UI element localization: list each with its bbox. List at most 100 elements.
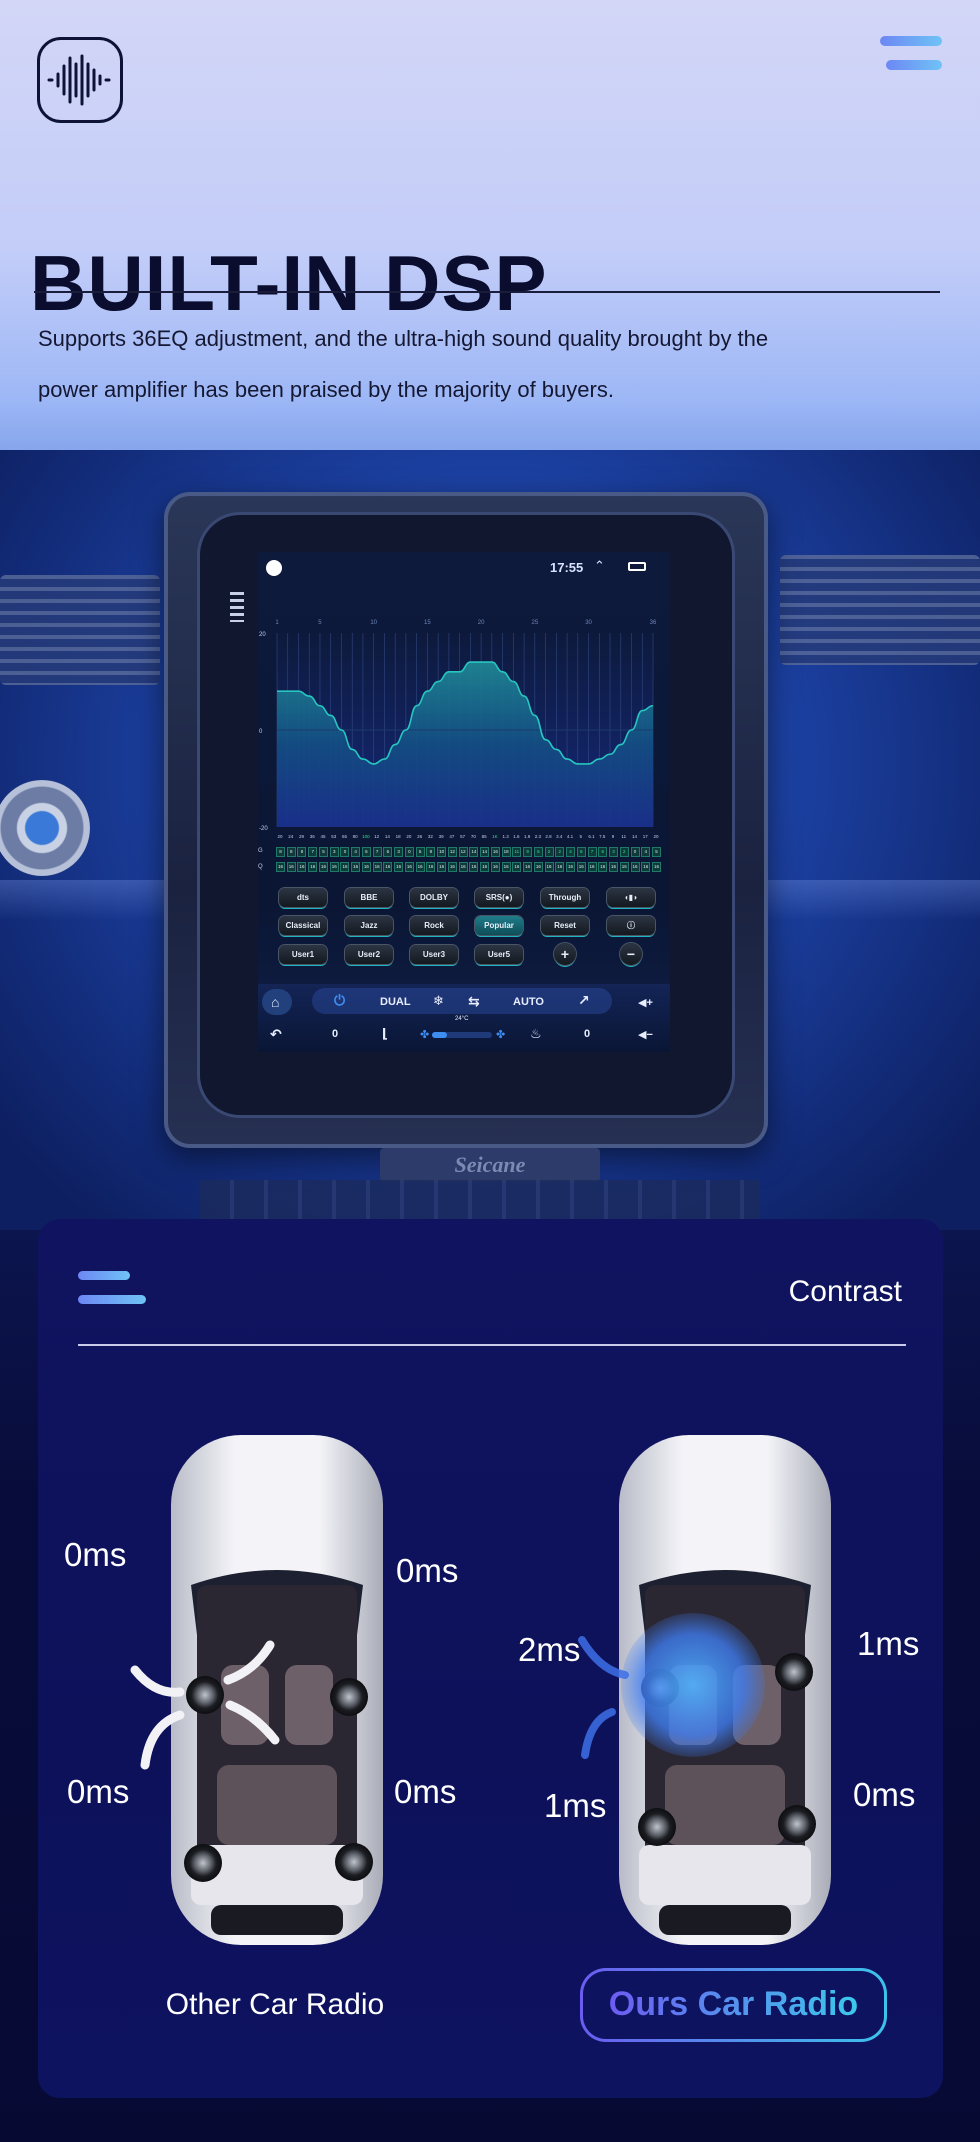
eq-q-value[interactable]: 16 [544, 862, 554, 872]
eq-q-value[interactable]: 16 [501, 862, 511, 872]
eq-band-handle[interactable] [422, 686, 432, 696]
eq-band-handle[interactable] [412, 701, 422, 711]
eq-gain-value[interactable]: 14 [480, 847, 490, 857]
info-icon[interactable]: ⓘ [607, 916, 655, 935]
eq-gain-value[interactable]: 3 [394, 847, 404, 857]
eq-q-value[interactable]: 16 [286, 862, 296, 872]
eq-q-value[interactable]: 16 [447, 862, 457, 872]
eq-gain-value[interactable]: 16 [490, 847, 500, 857]
eq-q-value[interactable]: 16 [555, 862, 565, 872]
eq-q-value[interactable]: 16 [630, 862, 640, 872]
eq-band-handle[interactable] [465, 657, 475, 667]
eq-gain-value[interactable]: 0 [340, 847, 350, 857]
eq-gain-value[interactable]: 6 [598, 847, 608, 857]
eq-gain-value[interactable]: 3 [329, 847, 339, 857]
eq-q-value[interactable]: 16 [566, 862, 576, 872]
eq-band-handle[interactable] [379, 754, 389, 764]
eq-band-handle[interactable] [476, 657, 486, 667]
eq-button-dts[interactable]: dts [279, 888, 327, 907]
eq-gain-value[interactable]: 8 [426, 847, 436, 857]
eq-q-value[interactable]: 16 [361, 862, 371, 872]
power-icon[interactable]: ⏻ [334, 992, 345, 1009]
eq-band-handle[interactable] [390, 740, 400, 750]
eq-button-jazz[interactable]: Jazz [345, 916, 393, 935]
eq-band-handle[interactable] [433, 677, 443, 687]
eq-band-handle[interactable] [455, 667, 465, 677]
eq-q-value[interactable]: 16 [297, 862, 307, 872]
eq-band-handle[interactable] [498, 667, 508, 677]
eq-q-value[interactable]: 16 [619, 862, 629, 872]
home-icon[interactable]: ⌂ [271, 994, 279, 1010]
eq-q-value[interactable]: 16 [426, 862, 436, 872]
eq-band-handle[interactable] [594, 754, 604, 764]
eq-gain-value[interactable]: 5 [652, 847, 661, 857]
ac-snowflake-icon[interactable]: ❄ [433, 993, 444, 1009]
eq-band-handle[interactable] [627, 725, 637, 735]
eq-band-handle[interactable] [293, 686, 303, 696]
volume-down-icon[interactable]: ◀− [638, 1028, 653, 1041]
eq-band-handle[interactable] [605, 749, 615, 759]
eq-gain-value[interactable]: 3 [609, 847, 619, 857]
eq-q-value[interactable]: 16 [480, 862, 490, 872]
volume-up-icon[interactable]: ◀+ [638, 996, 653, 1009]
eq-band-handle[interactable] [584, 759, 594, 769]
eq-q-value[interactable]: 16 [276, 862, 285, 872]
eq-q-value[interactable]: 16 [329, 862, 339, 872]
eq-gain-value[interactable]: 6 [383, 847, 393, 857]
eq-q-value[interactable]: 16 [576, 862, 586, 872]
eq-q-value[interactable]: 16 [437, 862, 447, 872]
eq-button-rock[interactable]: Rock [410, 916, 458, 935]
eq-gain-value[interactable]: 12 [447, 847, 457, 857]
eq-gain-value[interactable]: 7 [587, 847, 597, 857]
seat-icon[interactable]: ⌊ [382, 1026, 388, 1042]
eq-gain-value[interactable]: 7 [308, 847, 318, 857]
chevron-up-icon[interactable]: ⌃ [594, 558, 605, 574]
eq-q-value[interactable]: 16 [394, 862, 404, 872]
eq-band-handle[interactable] [283, 686, 293, 696]
eq-button-through[interactable]: Through [541, 888, 589, 907]
eq-band-handle[interactable] [616, 740, 626, 750]
eq-button-popular[interactable]: Popular [475, 916, 523, 935]
eq-q-value[interactable]: 16 [318, 862, 328, 872]
eq-band-handle[interactable] [336, 725, 346, 735]
eq-q-value[interactable]: 16 [383, 862, 393, 872]
eq-gain-value[interactable]: 10 [437, 847, 447, 857]
eq-band-handle[interactable] [487, 657, 497, 667]
eq-gain-value[interactable]: 14 [469, 847, 479, 857]
eq-gain-value[interactable]: 0 [630, 847, 640, 857]
eq-q-value[interactable]: 16 [587, 862, 597, 872]
eq-q-value[interactable]: 16 [598, 862, 608, 872]
eq-band-handle[interactable] [648, 701, 658, 711]
eq-q-value[interactable]: 16 [512, 862, 522, 872]
eq-gain-value[interactable]: 9 [523, 847, 533, 857]
eq-q-value[interactable]: 16 [415, 862, 425, 872]
eq-band-handle[interactable] [541, 735, 551, 745]
recent-apps-icon[interactable] [628, 562, 646, 571]
eq-band-handle[interactable] [551, 744, 561, 754]
remove-button[interactable]: − [620, 943, 642, 965]
eq-gain-value[interactable]: 4 [641, 847, 651, 857]
eq-band-handle[interactable] [347, 744, 357, 754]
eq-q-value[interactable]: 16 [308, 862, 318, 872]
eq-gain-value[interactable]: 6 [576, 847, 586, 857]
eq-band-handle[interactable] [519, 691, 529, 701]
eq-button-classical[interactable]: Classical [279, 916, 327, 935]
eq-band-handle[interactable] [315, 701, 325, 711]
eq-q-value[interactable]: 16 [641, 862, 651, 872]
recirculation-icon[interactable]: ⇆ [468, 993, 480, 1010]
eq-gain-value[interactable]: 8 [276, 847, 285, 857]
seat-heat-icon[interactable]: ♨ [530, 1026, 542, 1042]
eq-q-value[interactable]: 16 [372, 862, 382, 872]
eq-gain-value[interactable]: 2 [619, 847, 629, 857]
eq-button-reset[interactable]: Reset [541, 916, 589, 935]
eq-gain-value[interactable]: 18 [501, 847, 511, 857]
eq-band-handle[interactable] [304, 691, 314, 701]
menu-icon[interactable] [880, 36, 944, 76]
eq-gain-value[interactable]: 8 [297, 847, 307, 857]
back-circle-icon[interactable] [266, 560, 282, 576]
eq-band-handle[interactable] [508, 677, 518, 687]
eq-q-value[interactable]: 16 [340, 862, 350, 872]
eq-gain-value[interactable]: 4 [351, 847, 361, 857]
eq-q-value[interactable]: 16 [523, 862, 533, 872]
auto-button[interactable]: AUTO [513, 996, 544, 1008]
